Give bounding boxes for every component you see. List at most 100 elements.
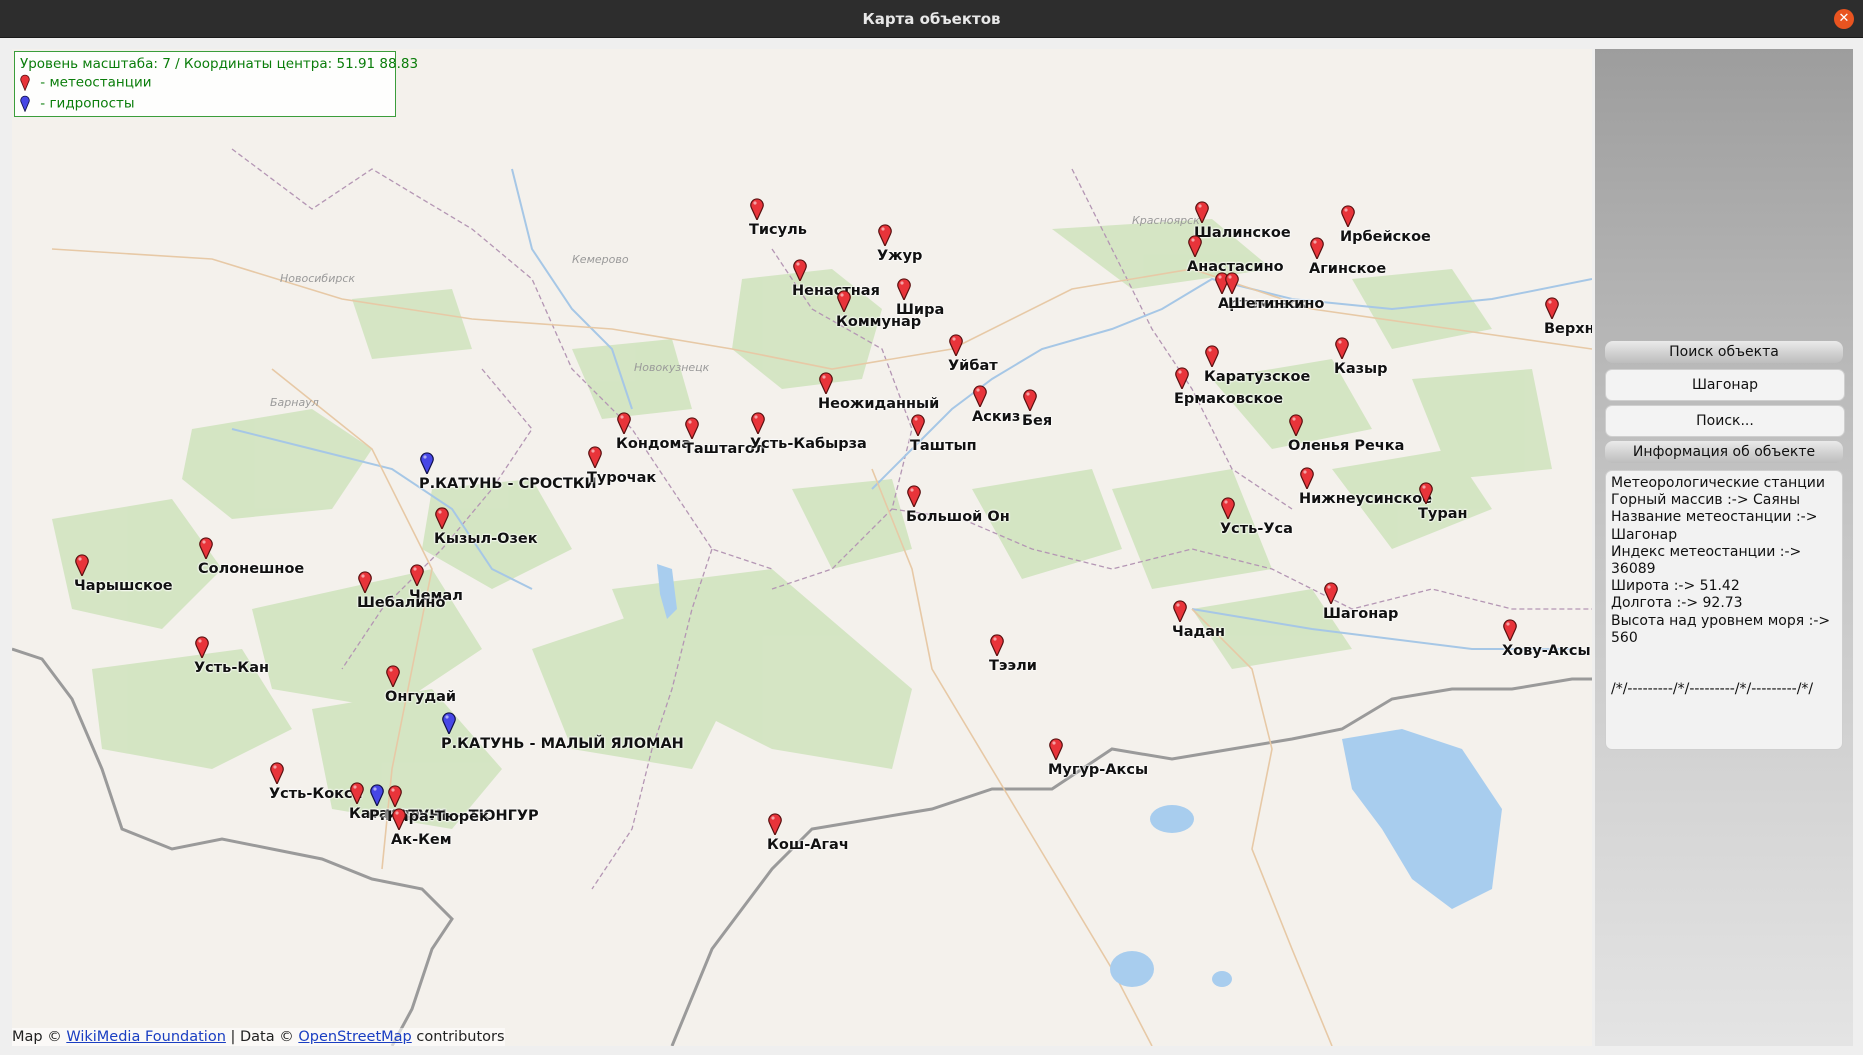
city-label-krasnoyarsk: Красноярск — [1132, 214, 1200, 227]
info-line: Название метеостанции :-> — [1611, 509, 1818, 526]
info-line: Высота над уровнем моря :-> — [1611, 612, 1831, 629]
search-section-title: Поиск объекта — [1605, 341, 1843, 363]
marker-label: Большой Он — [906, 509, 1010, 525]
map-pin-icon — [1300, 467, 1314, 489]
marker-label: Верхн — [1544, 321, 1592, 337]
marker-label: Ужур — [877, 248, 923, 264]
marker-label: Шагонар — [1323, 606, 1399, 622]
city-label-novosibirsk: Новосибирск — [280, 272, 355, 285]
map-pin-icon — [1310, 237, 1324, 259]
marker-label: Бея — [1022, 413, 1053, 429]
city-label-kemerovo: Кемерово — [572, 253, 629, 266]
map-pin-icon — [837, 290, 851, 312]
info-line: /*/---------/*/---------/*/---------/*/ — [1611, 681, 1814, 698]
marker-label: Уйбат — [948, 358, 998, 374]
map-pin-icon — [1545, 297, 1559, 319]
map-pin-icon — [911, 414, 925, 436]
map-pin-icon — [370, 784, 384, 806]
marker-label: Коммунар — [836, 314, 922, 330]
map-pin-icon — [973, 385, 987, 407]
object-info-box: Метеорологические станции Горный массив :… — [1605, 470, 1843, 750]
openstreetmap-link[interactable]: OpenStreetMap — [298, 1029, 411, 1045]
marker-label: Солонешное — [198, 561, 305, 577]
marker-label: Тээли — [989, 658, 1037, 674]
marker-label: Таштып — [910, 438, 977, 454]
red-marker-icon — [20, 74, 30, 92]
marker-label: Ирбейское — [1340, 229, 1431, 245]
map-pin-icon — [897, 278, 911, 300]
marker-label: Ермаковское — [1174, 391, 1284, 407]
close-icon: ✕ — [1838, 11, 1850, 26]
map-pin-icon — [75, 554, 89, 576]
map-pin-icon — [388, 785, 402, 807]
marker-label: Аскиз — [972, 409, 1021, 425]
window-title: Карта объектов — [862, 10, 1001, 28]
map-pin-icon — [350, 782, 364, 804]
map-pin-icon — [588, 446, 602, 468]
map-pin-icon — [1419, 482, 1433, 504]
map-pin-icon — [1503, 619, 1517, 641]
map-view[interactable]: Новосибирск Кемерово Новокузнецк Барнаул… — [12, 49, 1592, 1046]
map-pin-icon — [1324, 582, 1338, 604]
map-pin-icon — [358, 571, 372, 593]
map-pin-icon — [1175, 367, 1189, 389]
search-input[interactable]: Шагонар — [1605, 369, 1845, 401]
side-panel: Поиск объекта Шагонар Поиск... Информаци… — [1595, 49, 1853, 1046]
marker-label: Шалинское — [1194, 225, 1291, 241]
map-pin-icon — [751, 412, 765, 434]
map-pin-icon — [199, 537, 213, 559]
info-line: 560 — [1611, 629, 1638, 646]
marker-label: Хову-Аксы — [1502, 643, 1591, 659]
map-pin-icon — [1335, 337, 1349, 359]
info-line: Горный массив :-> Саяны — [1611, 492, 1801, 509]
map-pin-icon — [949, 334, 963, 356]
map-pin-icon — [793, 259, 807, 281]
map-pin-icon — [1173, 600, 1187, 622]
blue-marker-icon — [20, 95, 30, 113]
info-line — [1611, 664, 1837, 681]
map-pin-icon — [442, 712, 456, 734]
legend-item-hydro: - гидропосты — [20, 95, 135, 113]
marker-label: Усть-Кабырза — [750, 436, 867, 452]
map-pin-icon — [1049, 738, 1063, 760]
wikimedia-link[interactable]: WikiMedia Foundation — [66, 1029, 226, 1045]
info-section-title: Информация об объекте — [1605, 441, 1843, 463]
info-line: Индекс метеостанции :-> 36089 — [1611, 543, 1802, 578]
map-pin-icon — [410, 564, 424, 586]
map-pin-icon — [1341, 205, 1355, 227]
marker-label: Усть-Кокса — [269, 786, 363, 802]
map-pin-icon — [685, 417, 699, 439]
city-label-barnaul: Барнаул — [270, 396, 319, 409]
marker-label: Чарышское — [74, 578, 173, 594]
city-label-novokuznetsk: Новокузнецк — [634, 361, 710, 374]
marker-label: Нижнеусинское — [1299, 491, 1433, 507]
close-button[interactable]: ✕ — [1834, 9, 1854, 29]
info-line: Долгота :-> 92.73 — [1611, 595, 1743, 612]
marker-label: Онгудай — [385, 689, 457, 705]
map-pin-icon — [386, 665, 400, 687]
marker-label: Агинское — [1309, 261, 1387, 277]
marker-label: Мугур-Аксы — [1048, 762, 1149, 778]
map-pin-icon — [1023, 389, 1037, 411]
marker-label: Шебалино — [357, 595, 446, 611]
marker-label: Кызыл-Озек — [434, 531, 538, 547]
search-button[interactable]: Поиск... — [1605, 405, 1845, 437]
map-pin-icon — [1289, 414, 1303, 436]
map-pin-icon — [1188, 235, 1202, 257]
marker-label: Оленья Речка — [1288, 438, 1405, 454]
map-attribution: Map © WikiMedia Foundation | Data © Open… — [12, 1028, 505, 1046]
info-line: Широта :-> 51.42 — [1611, 578, 1740, 595]
marker-label: Усть-Уса — [1220, 521, 1293, 537]
map-pin-icon — [1225, 272, 1239, 294]
map-legend: Уровень масштаба: 7 / Координаты центра:… — [14, 51, 418, 117]
map-pin-icon — [435, 507, 449, 529]
map-pin-icon — [990, 634, 1004, 656]
marker-label: Казыр — [1334, 361, 1388, 377]
marker-label: Усть-Кан — [194, 660, 270, 676]
map-pin-icon — [907, 485, 921, 507]
info-line: Шагонар — [1611, 526, 1678, 543]
map-pin-icon — [420, 452, 434, 474]
marker-label: Туран — [1418, 506, 1468, 522]
marker-label: Р.КАТУНЬ - СРОСТКИ — [419, 476, 597, 492]
map-pin-icon — [768, 813, 782, 835]
